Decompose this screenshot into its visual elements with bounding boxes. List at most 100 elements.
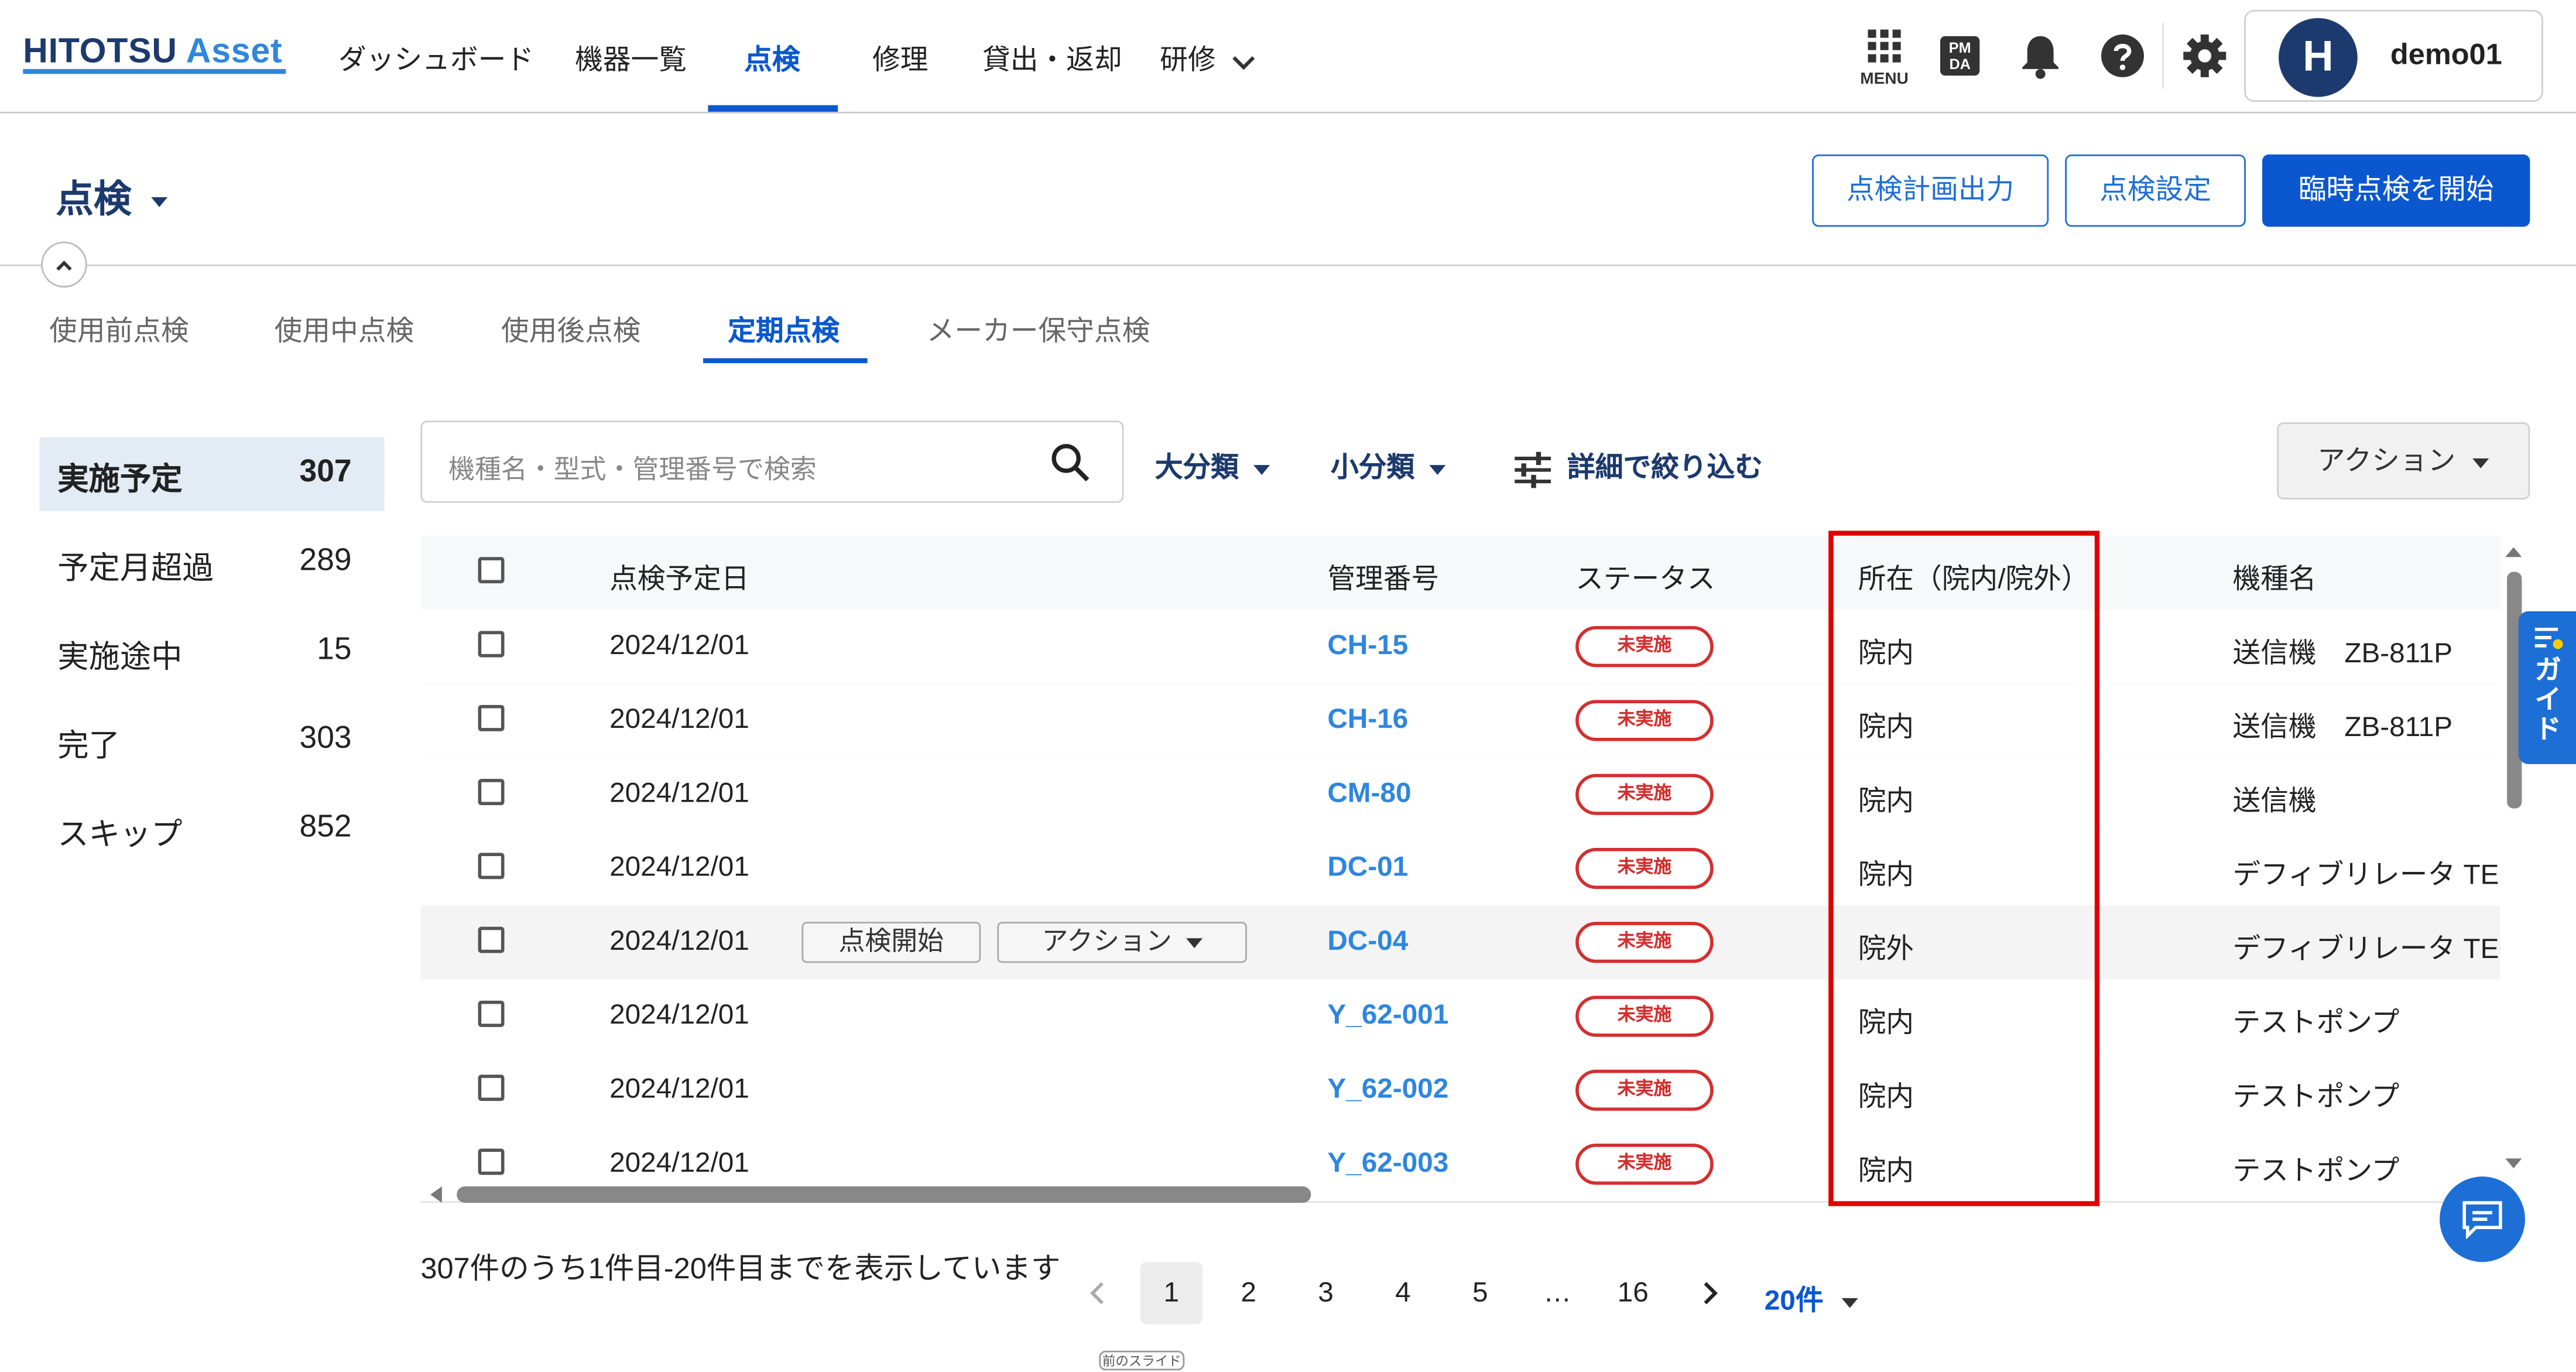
- caret-down-icon: [1186, 938, 1203, 948]
- page-button-2[interactable]: 2: [1217, 1262, 1280, 1325]
- row-checkbox[interactable]: [478, 704, 505, 731]
- menu-grid-button[interactable]: MENU: [1856, 26, 1912, 92]
- search-icon[interactable]: [1050, 442, 1092, 485]
- row-checkbox[interactable]: [478, 1000, 505, 1027]
- per-page-dropdown[interactable]: 20件: [1765, 1277, 1858, 1318]
- col-scheduled-date[interactable]: 点検予定日: [609, 555, 749, 596]
- start-inspection-button[interactable]: 点検開始: [801, 922, 981, 963]
- col-status[interactable]: ステータス: [1575, 555, 1715, 596]
- row-checkbox[interactable]: [478, 853, 505, 880]
- status-filter-completed[interactable]: 完了 303: [39, 703, 384, 777]
- chat-button[interactable]: [2440, 1176, 2526, 1262]
- status-filter-overdue[interactable]: 予定月超過 289: [39, 526, 384, 600]
- management-number-link[interactable]: Y_62-003: [1327, 1147, 1448, 1180]
- search-input[interactable]: 機種名・型式・管理番号で検索: [420, 420, 1124, 503]
- nav-device-list[interactable]: 機器一覧: [575, 36, 687, 77]
- model-name: 送信機 ZB-811P: [2232, 711, 2453, 743]
- page-button-3[interactable]: 3: [1294, 1262, 1357, 1325]
- status-filter-skipped[interactable]: スキップ 852: [39, 792, 384, 866]
- table-row-hovered[interactable]: 2024/12/01 点検開始 アクション DC-04 未実施 院外 デフィブリ…: [420, 905, 2500, 981]
- inspection-settings-button[interactable]: 点検設定: [2065, 154, 2246, 227]
- management-number-link[interactable]: Y_62-001: [1327, 999, 1448, 1032]
- management-number-link[interactable]: CM-80: [1327, 777, 1411, 810]
- app-logo[interactable]: HITOTSU Asset: [23, 33, 282, 72]
- tab-periodic[interactable]: 定期点検: [728, 307, 840, 348]
- settings-button[interactable]: [2182, 33, 2228, 87]
- management-number-link[interactable]: CH-16: [1327, 703, 1408, 736]
- status-badge: 未実施: [1575, 774, 1714, 815]
- plan-export-button[interactable]: 点検計画出力: [1812, 154, 2049, 227]
- row-checkbox[interactable]: [478, 1075, 505, 1101]
- caret-down-icon: [1253, 464, 1270, 474]
- page-button-5[interactable]: 5: [1449, 1262, 1512, 1325]
- scroll-left-arrow-icon[interactable]: [427, 1185, 444, 1205]
- management-number-link[interactable]: Y_62-002: [1327, 1073, 1448, 1106]
- user-menu-button[interactable]: H demo01: [2244, 9, 2543, 102]
- scheduled-date: 2024/12/01: [609, 851, 749, 882]
- pmda-icon[interactable]: PM DA: [1940, 36, 1980, 76]
- table-row[interactable]: 2024/12/01 Y_62-001 未実施 院内 テストポンプ: [420, 979, 2500, 1055]
- prev-page-icon[interactable]: [1088, 1280, 1108, 1306]
- status-filter-scheduled[interactable]: 実施予定 307: [39, 437, 385, 511]
- major-category-dropdown[interactable]: 大分類: [1155, 444, 1270, 485]
- status-badge: 未実施: [1575, 700, 1714, 741]
- table-row[interactable]: 2024/12/01 CH-16 未実施 院内 送信機 ZB-811P: [420, 683, 2500, 759]
- chevron-down-icon: [1232, 55, 1255, 70]
- nav-repair[interactable]: 修理: [872, 36, 928, 77]
- tab-maker-maintenance[interactable]: メーカー保守点検: [927, 307, 1150, 348]
- management-number-link[interactable]: CH-15: [1327, 629, 1408, 662]
- model-name: 送信機: [2232, 785, 2317, 817]
- scheduled-date: 2024/12/01: [609, 1073, 749, 1104]
- location-column-highlight: [1828, 531, 2100, 1206]
- status-badge: 未実施: [1575, 626, 1714, 668]
- scroll-down-arrow-icon[interactable]: [2504, 1157, 2524, 1170]
- table-row[interactable]: 2024/12/01 Y_62-002 未実施 院内 テストポンプ: [420, 1053, 2500, 1129]
- detail-filter-button[interactable]: 詳細で絞り込む: [1512, 444, 1763, 489]
- row-checkbox[interactable]: [478, 779, 505, 805]
- header-divider: [2161, 23, 2164, 89]
- bulk-action-dropdown[interactable]: アクション: [2277, 422, 2530, 500]
- table-row[interactable]: 2024/12/01 DC-01 未実施 院内 デフィブリレータ TEC-563…: [420, 831, 2500, 907]
- help-icon: [2101, 34, 2144, 77]
- status-badge: 未実施: [1575, 922, 1714, 963]
- page-button-16[interactable]: 16: [1602, 1262, 1664, 1325]
- nav-training[interactable]: 研修: [1160, 36, 1256, 77]
- nav-dashboard[interactable]: ダッシュボード: [338, 36, 534, 77]
- next-page-icon[interactable]: [1700, 1280, 1720, 1306]
- tune-icon: [1515, 451, 1551, 488]
- col-management-number[interactable]: 管理番号: [1327, 555, 1439, 596]
- model-name: 送信機 ZB-811P: [2232, 637, 2453, 669]
- help-button[interactable]: [2099, 33, 2146, 87]
- tab-post-use[interactable]: 使用後点検: [501, 307, 641, 348]
- app-root: HITOTSU Asset ダッシュボード 機器一覧 点検 修理 貸出・返却 研…: [0, 0, 2576, 1371]
- management-number-link[interactable]: DC-04: [1327, 925, 1408, 958]
- collapse-button[interactable]: [41, 241, 87, 288]
- tab-in-use[interactable]: 使用中点検: [275, 307, 415, 348]
- management-number-link[interactable]: DC-01: [1327, 851, 1408, 884]
- scroll-up-arrow-icon[interactable]: [2504, 546, 2524, 559]
- select-all-checkbox[interactable]: [478, 557, 505, 584]
- nav-lending[interactable]: 貸出・返却: [982, 36, 1122, 77]
- row-checkbox[interactable]: [478, 926, 505, 953]
- tab-pre-use[interactable]: 使用前点検: [49, 307, 189, 348]
- model-name: デフィブリレータ TEC-5631: [2232, 859, 2500, 891]
- page-title-dropdown[interactable]: 点検: [56, 167, 169, 223]
- minor-category-dropdown[interactable]: 小分類: [1331, 444, 1445, 485]
- model-name: デフィブリレータ TEC-5631: [2232, 933, 2500, 965]
- guide-tab[interactable]: ガイド: [2518, 611, 2576, 764]
- status-badge: 未実施: [1575, 847, 1714, 889]
- page-button-1[interactable]: 1: [1140, 1262, 1203, 1325]
- table-row[interactable]: 2024/12/01 CM-80 未実施 院内 送信機: [420, 757, 2500, 833]
- page-button-4[interactable]: 4: [1372, 1262, 1434, 1325]
- status-filter-in-progress[interactable]: 実施途中 15: [39, 614, 384, 688]
- row-action-dropdown[interactable]: アクション: [997, 922, 1247, 963]
- row-checkbox[interactable]: [478, 1148, 505, 1175]
- status-badge: 未実施: [1575, 1144, 1714, 1185]
- notification-button[interactable]: [2019, 33, 2062, 87]
- table-row[interactable]: 2024/12/01 CH-15 未実施 院内 送信機 ZB-811P: [420, 610, 2500, 686]
- col-model-name[interactable]: 機種名: [2233, 555, 2317, 596]
- start-adhoc-inspection-button[interactable]: 臨時点検を開始: [2262, 154, 2530, 227]
- horizontal-scroll-thumb[interactable]: [457, 1186, 1311, 1203]
- nav-inspection[interactable]: 点検: [744, 36, 800, 77]
- row-checkbox[interactable]: [478, 631, 505, 658]
